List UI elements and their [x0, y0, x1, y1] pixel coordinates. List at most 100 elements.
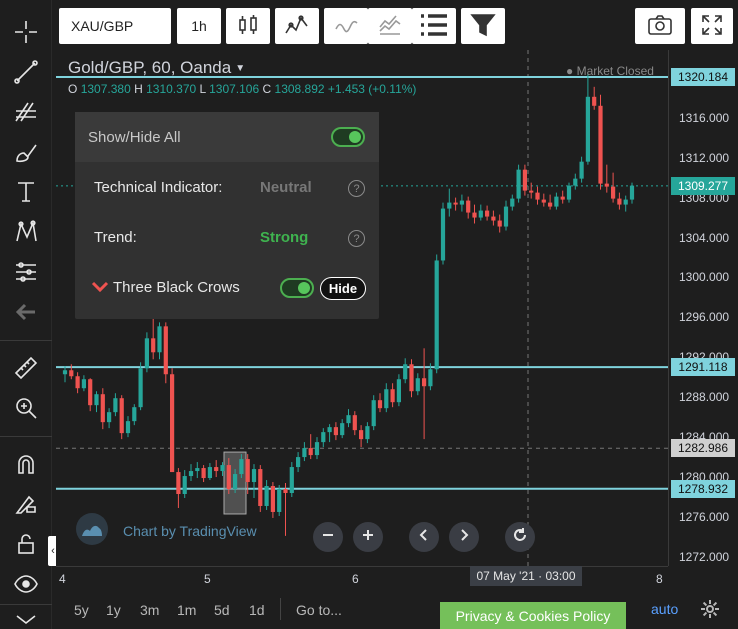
range-5d-button[interactable]: 5d — [214, 602, 230, 618]
range-1d-button[interactable]: 1d — [249, 602, 265, 618]
crosshair-icon[interactable] — [10, 16, 42, 48]
candle-body — [176, 472, 181, 495]
candle-body — [365, 426, 370, 440]
candle-body — [466, 200, 471, 213]
symbol-title[interactable]: Gold/GBP, 60, Oanda ▼ — [68, 58, 245, 78]
reset-chart-button[interactable] — [505, 522, 535, 552]
candle-body — [611, 186, 616, 199]
candle-body — [447, 202, 452, 209]
fib-icon[interactable] — [10, 96, 42, 128]
back-arrow-icon[interactable] — [10, 296, 42, 328]
panel-header: Show/Hide All — [75, 112, 379, 162]
compare-button[interactable] — [275, 8, 319, 44]
range-3m-button[interactable]: 3m — [140, 602, 159, 618]
help-icon[interactable]: ? — [348, 230, 365, 247]
candle-body — [321, 432, 326, 443]
fullscreen-button[interactable] — [691, 8, 733, 44]
price-tick: 1296.000 — [679, 310, 730, 325]
candle-body — [352, 415, 357, 431]
candle-style-button[interactable] — [226, 8, 270, 44]
trend-line-icon[interactable] — [10, 56, 42, 88]
candle-body — [157, 326, 162, 353]
scroll-left-button[interactable] — [409, 522, 439, 552]
range-5y-button[interactable]: 5y — [74, 602, 89, 618]
candle-body — [302, 448, 307, 458]
eye-icon[interactable] — [10, 568, 42, 600]
plus-icon — [361, 528, 375, 547]
candle-body — [629, 185, 635, 200]
tradingview-watermark[interactable]: Chart by TradingView — [75, 512, 257, 549]
price-label-line-2: 1291.118 — [671, 358, 735, 377]
compare-icon — [283, 13, 311, 40]
candle-body — [100, 394, 105, 423]
price-label-line-3: 1278.932 — [671, 479, 735, 498]
candle-body — [308, 448, 313, 456]
scroll-right-button[interactable] — [449, 522, 479, 552]
templates-icon — [377, 13, 403, 40]
magnet-icon[interactable] — [10, 448, 42, 480]
candle-body — [138, 368, 143, 408]
screenshot-button[interactable] — [635, 8, 685, 44]
text-icon[interactable] — [10, 176, 42, 208]
open-label: O — [68, 82, 78, 96]
close-label: C — [262, 82, 272, 96]
templates-button[interactable] — [368, 8, 412, 44]
candle-body — [510, 198, 515, 207]
candle-body — [277, 489, 282, 512]
interval-button[interactable]: 1h — [177, 8, 221, 44]
candle-body — [289, 467, 294, 494]
candle-body — [623, 199, 628, 205]
privacy-text: Privacy & Cookies Policy — [455, 607, 611, 624]
low-value: 1307.106 — [209, 82, 260, 96]
time-tick: 8 — [656, 572, 663, 586]
symbol-search-input[interactable]: XAU/GBP — [59, 8, 171, 44]
candle-body — [182, 476, 187, 495]
toolbar-divider — [0, 436, 52, 437]
bottom-toolbar: 5y 1y 3m 1m 5d 1d Go to... — [56, 590, 738, 629]
indicators-button[interactable] — [324, 8, 368, 44]
auto-scale-button[interactable]: auto — [651, 601, 678, 617]
candle-body — [258, 469, 263, 506]
candle-body — [497, 220, 502, 227]
candle-body — [548, 202, 553, 207]
ruler-icon[interactable] — [10, 352, 42, 384]
candle-body — [69, 370, 74, 377]
goto-date-button[interactable]: Go to... — [296, 602, 342, 618]
range-1y-button[interactable]: 1y — [106, 602, 121, 618]
candle-body — [264, 486, 269, 506]
price-tick: 1304.000 — [679, 230, 730, 245]
list-button[interactable] — [412, 8, 456, 44]
pattern-toggle[interactable] — [280, 278, 314, 298]
candle-body — [472, 212, 477, 218]
zoom-in-icon[interactable] — [10, 392, 42, 424]
hide-button[interactable]: Hide — [320, 277, 366, 300]
pattern-label: Three Black Crows — [113, 279, 240, 296]
help-glyph: ? — [353, 232, 360, 245]
chevron-down-icon[interactable] — [10, 604, 42, 629]
candle-body — [554, 196, 559, 207]
zoom-out-button[interactable] — [313, 522, 343, 552]
lock-icon[interactable] — [10, 528, 42, 560]
settings-gear-icon[interactable] — [700, 599, 720, 624]
show-hide-all-label: Show/Hide All — [88, 128, 181, 146]
help-icon[interactable]: ? — [348, 180, 365, 197]
privacy-policy-link[interactable]: Privacy & Cookies Policy — [440, 602, 626, 629]
range-1m-button[interactable]: 1m — [177, 602, 196, 618]
toolbar-divider — [0, 340, 52, 341]
candle-body — [81, 379, 86, 389]
candle-body — [371, 400, 376, 427]
zoom-in-button[interactable] — [353, 522, 383, 552]
candle-body — [220, 465, 225, 472]
lock-drawing-icon[interactable] — [10, 488, 42, 520]
candle-body — [434, 260, 439, 370]
candle-body — [125, 421, 131, 434]
show-hide-all-toggle[interactable] — [331, 127, 365, 147]
filter-button[interactable] — [461, 8, 505, 44]
price-axis[interactable]: 1316.000 1312.000 1308.000 1304.000 1300.000… — [668, 50, 738, 566]
candle-body — [579, 161, 584, 179]
candle-body — [491, 216, 496, 221]
brush-icon[interactable] — [10, 136, 42, 168]
caret-down-icon: ▼ — [235, 62, 246, 74]
pattern-icon[interactable] — [10, 216, 42, 248]
forecast-icon[interactable] — [10, 256, 42, 288]
